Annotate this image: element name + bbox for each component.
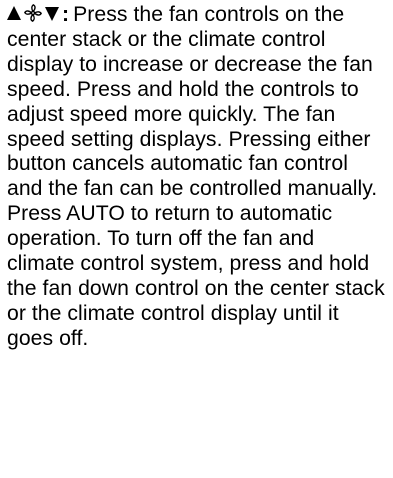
fan-control-paragraph: : Press the fan controls on the center st… — [7, 1, 385, 352]
body-text: Press the fan controls on the center sta… — [7, 3, 385, 350]
fan-icon — [23, 3, 43, 23]
fan-down-arrow-icon — [45, 7, 59, 21]
fan-up-arrow-icon — [7, 6, 21, 20]
fan-control-heading: : — [7, 3, 73, 26]
lead-separator: : — [62, 3, 70, 26]
manual-page: : Press the fan controls on the center st… — [0, 0, 393, 478]
